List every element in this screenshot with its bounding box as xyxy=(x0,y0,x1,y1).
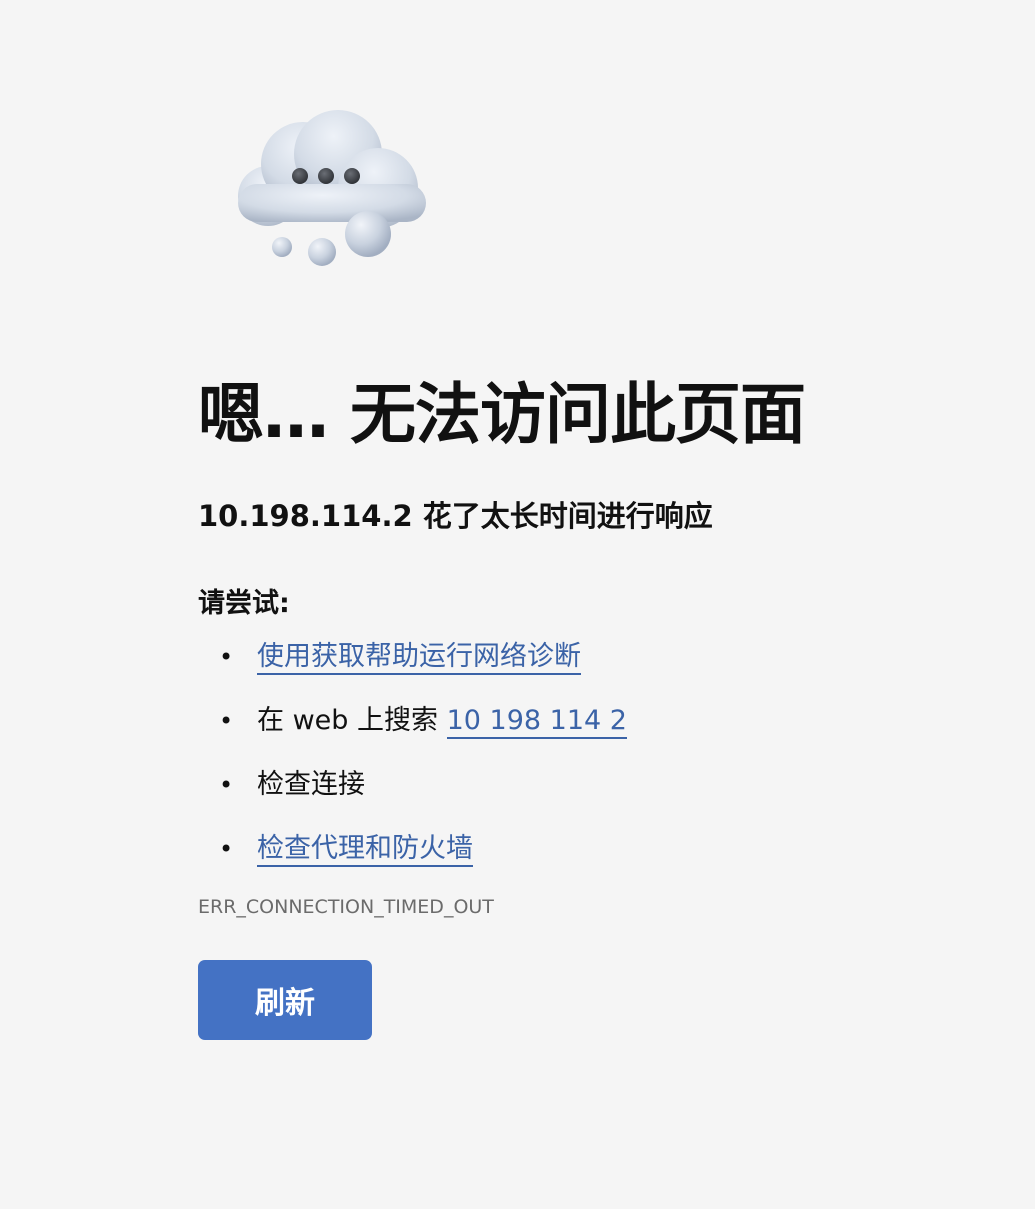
page-title: 嗯… 无法访问此页面 xyxy=(198,376,806,453)
try-heading: 请尝试: xyxy=(198,588,290,619)
cloud-ellipsis-icon xyxy=(238,110,426,266)
suggestion-proxy-firewall: • 检查代理和防火墙 xyxy=(198,828,998,892)
bullet: • xyxy=(219,643,234,671)
web-search-link[interactable]: 10 198 114 2 xyxy=(446,705,627,739)
suggestion-diagnostics: • 使用获取帮助运行网络诊断 xyxy=(198,636,998,700)
suggestion-check-connection: • 检查连接 xyxy=(198,764,998,828)
error-code: ERR_CONNECTION_TIMED_OUT xyxy=(198,896,494,918)
error-content: 嗯… 无法访问此页面 10.198.114.2 花了太长时间进行响应 请尝试: … xyxy=(198,372,998,1040)
droplet-small xyxy=(272,237,292,257)
network-diagnostics-link[interactable]: 使用获取帮助运行网络诊断 xyxy=(257,641,581,675)
suggestion-list: • 使用获取帮助运行网络诊断 • 在 web 上搜索 10 198 114 2 … xyxy=(198,636,998,892)
search-prefix-text: 在 web 上搜索 xyxy=(257,705,447,736)
bullet: • xyxy=(219,771,234,799)
bullet: • xyxy=(219,707,234,735)
cloud-shape xyxy=(238,110,426,228)
ellipsis-dot-2 xyxy=(318,168,334,184)
check-connection-text: 检查连接 xyxy=(257,769,365,800)
suggestion-web-search: • 在 web 上搜索 10 198 114 2 xyxy=(198,700,998,764)
droplet-large xyxy=(345,211,391,257)
error-subtitle: 10.198.114.2 花了太长时间进行响应 xyxy=(198,499,713,533)
droplet-medium xyxy=(308,238,336,266)
error-page: 嗯… 无法访问此页面 10.198.114.2 花了太长时间进行响应 请尝试: … xyxy=(0,0,1035,1209)
proxy-firewall-link[interactable]: 检查代理和防火墙 xyxy=(257,833,473,867)
bullet: • xyxy=(219,835,234,863)
ellipsis-dot-1 xyxy=(292,168,308,184)
refresh-button[interactable]: 刷新 xyxy=(198,960,372,1040)
ellipsis-dot-3 xyxy=(344,168,360,184)
